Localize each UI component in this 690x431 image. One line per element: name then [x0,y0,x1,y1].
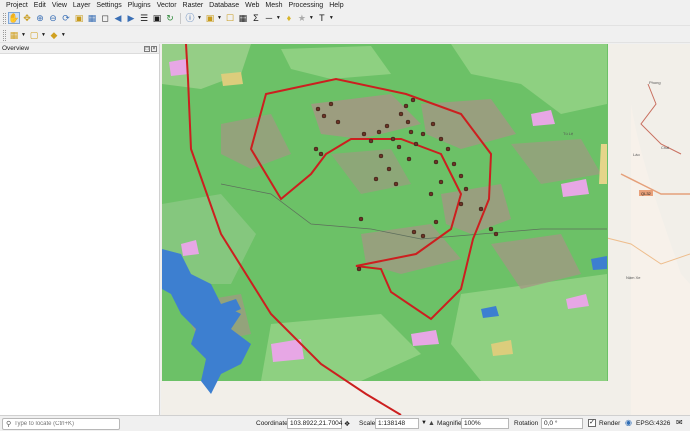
select-icon[interactable]: ▣ [204,12,216,24]
menu-web[interactable]: Web [242,0,262,11]
close-panel-button[interactable]: × [151,45,157,52]
pan-icon[interactable]: ✋ [8,12,20,24]
refresh-icon[interactable]: ↻ [164,12,176,24]
locator-bar[interactable]: ⚲ [2,418,120,430]
menu-help[interactable]: Help [326,0,346,11]
zoom-layer-icon[interactable]: ▦ [86,12,98,24]
panel-title: Overview [2,45,30,52]
zoom-selection-icon[interactable]: ▣ [73,12,85,24]
status-bar: ⚲ Coordinate 103.8922,21.7004 ❖ Scale 1:… [0,415,690,431]
map-canvas[interactable]: Phong Lào Chài QL32 Tú Lệ Nậm Xe [161,44,690,415]
map-navigation-toolbar: ✋ ✥ ⊕ ⊖ ⟳ ▣ ▦ ◻ ◀ ▶ ☰ ▣ ↻ ⓘ ▼ ▣ ▼ ☐ ▦ Σ … [0,11,690,26]
zoom-last-icon[interactable]: ◀ [112,12,124,24]
globe-icon[interactable]: ◉ [625,418,632,427]
menu-database[interactable]: Database [206,0,242,11]
show-bookmarks-icon[interactable]: ▣ [151,12,163,24]
coordinate-field[interactable]: 103.8922,21.7004 [287,418,342,429]
chevron-down-icon[interactable]: ▼ [197,15,202,21]
rotation-label: Rotation [514,420,539,427]
annotation-icon[interactable]: ♦ [283,12,295,24]
zoom-in-icon[interactable]: ⊕ [34,12,46,24]
add-raster-icon[interactable]: ◆ [48,29,60,41]
coordinate-label: Coordinate [256,420,288,427]
zoom-next-icon[interactable]: ▶ [125,12,137,24]
chevron-down-icon[interactable]: ▼ [41,32,46,38]
map-label: Nậm Xe [626,275,641,280]
map-label: Chài [661,145,669,150]
star-icon[interactable]: ★ [296,12,308,24]
add-vector-icon[interactable]: ▢ [28,29,40,41]
menubar: Project Edit View Layer Settings Plugins… [0,0,690,11]
chevron-down-icon[interactable]: ▼ [61,32,66,38]
toolbar-handle[interactable] [3,12,6,24]
toolbar-separator [180,12,181,24]
map-svg[interactable]: Phong Lào Chài QL32 Tú Lệ Nậm Xe [161,44,690,415]
menu-plugins[interactable]: Plugins [125,0,154,11]
panel-header: Overview □ × [0,44,159,54]
render-label: Render [599,420,621,427]
mouse-icon: ❖ [344,421,351,428]
map-label: Lào [633,152,640,157]
menu-vector[interactable]: Vector [154,0,180,11]
pan-to-selection-icon[interactable]: ✥ [21,12,33,24]
land-cover-layer [162,44,608,394]
toolbar-handle[interactable] [3,29,6,41]
magnifier-label: Magnifier [437,420,464,427]
menu-view[interactable]: View [49,0,70,11]
crs-label[interactable]: EPSG:4326 [636,420,670,427]
lock-icon[interactable]: ▲ [428,420,435,427]
messages-icon[interactable]: ✉ [676,418,683,427]
rotation-field[interactable]: 0,0 ° [541,418,583,429]
scale-label: Scale [359,420,376,427]
menu-layer[interactable]: Layer [70,0,94,11]
menu-edit[interactable]: Edit [31,0,49,11]
chevron-down-icon[interactable]: ▼ [309,15,314,21]
float-panel-button[interactable]: □ [144,45,150,52]
measure-icon[interactable]: ─ [263,12,275,24]
menu-project[interactable]: Project [3,0,31,11]
map-label: Tú Lệ [563,131,574,136]
deselect-icon[interactable]: ☐ [224,12,236,24]
statistics-icon[interactable]: Σ [250,12,262,24]
chevron-down-icon[interactable]: ▼ [276,15,281,21]
menu-settings[interactable]: Settings [93,0,124,11]
scale-field[interactable]: 1:138148 [375,418,419,429]
identify-icon[interactable]: ⓘ [184,12,196,24]
open-layer-icon[interactable]: ▦ [8,29,20,41]
text-icon[interactable]: T [316,12,328,24]
zoom-out-icon[interactable]: ⊖ [47,12,59,24]
render-checkbox[interactable]: ✓ [588,419,596,427]
magnifier-field[interactable]: 100% [461,418,509,429]
menu-raster[interactable]: Raster [180,0,207,11]
zoom-full-icon[interactable]: ⟳ [60,12,72,24]
chevron-down-icon[interactable]: ▼ [217,15,222,21]
map-label: Phong [649,80,661,85]
zoom-native-icon[interactable]: ◻ [99,12,111,24]
chevron-down-icon[interactable]: ▼ [21,32,26,38]
overview-panel: Overview □ × [0,44,160,415]
menu-mesh[interactable]: Mesh [262,0,285,11]
search-icon: ⚲ [6,421,12,428]
layers-toolbar: ▦ ▼ ▢ ▼ ◆ ▼ [0,28,690,43]
menu-processing[interactable]: Processing [286,0,327,11]
attribute-table-icon[interactable]: ▦ [237,12,249,24]
locator-input[interactable] [14,421,115,427]
chevron-down-icon[interactable]: ▼ [329,15,334,21]
new-bookmark-icon[interactable]: ☰ [138,12,150,24]
map-label: QL32 [641,191,652,196]
chevron-down-icon[interactable]: ▼ [421,420,427,426]
